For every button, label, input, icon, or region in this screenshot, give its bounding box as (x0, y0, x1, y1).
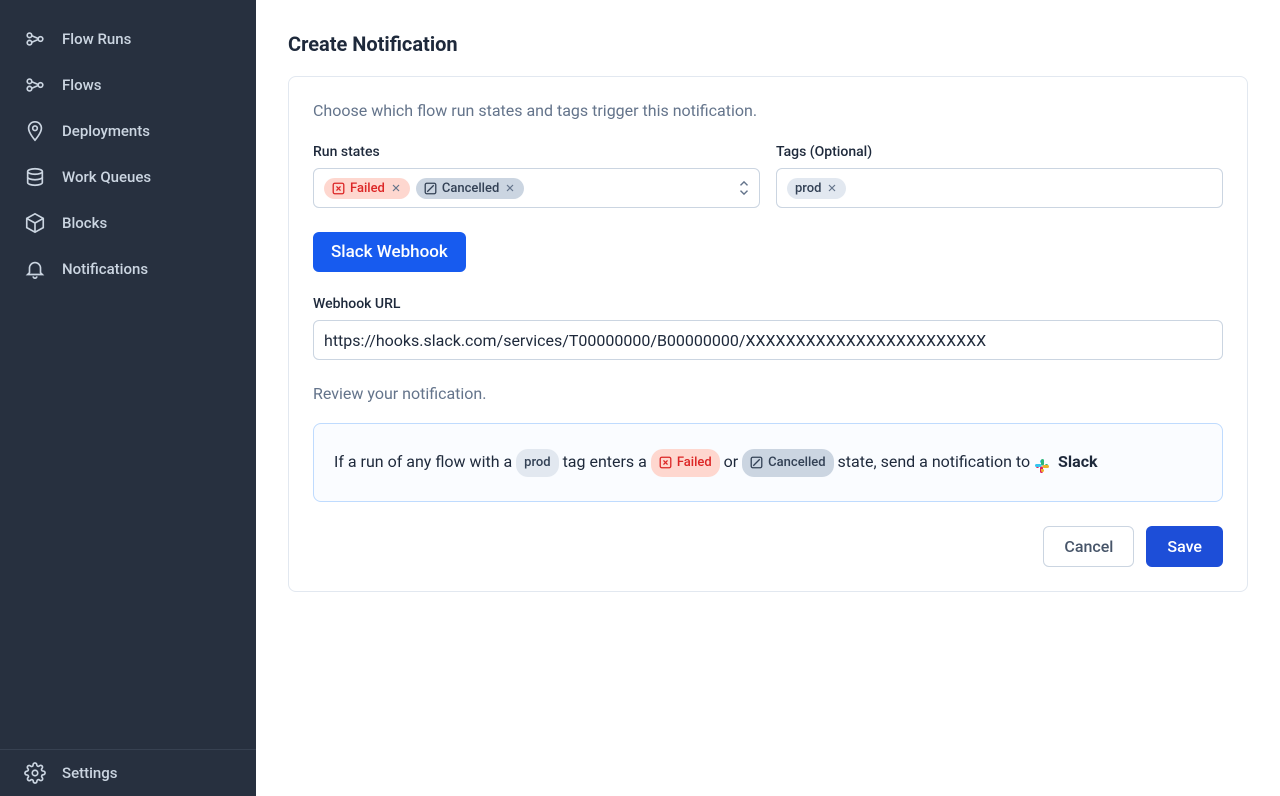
webhook-url-label: Webhook URL (313, 296, 1223, 312)
cancelled-icon (424, 182, 437, 195)
notifications-icon (24, 258, 46, 280)
review-text: tag enters a (563, 452, 651, 471)
flows-icon (24, 74, 46, 96)
chip-label: Failed (350, 181, 385, 196)
flow-runs-icon (24, 28, 46, 50)
tags-input[interactable]: prod (776, 168, 1223, 208)
review-label: Review your notification. (313, 384, 1223, 403)
chip-remove-icon[interactable] (826, 182, 838, 194)
work-queues-icon (24, 166, 46, 188)
tag-chip-prod: prod (787, 178, 846, 199)
deployments-icon (24, 120, 46, 142)
chip-label: prod (795, 181, 821, 196)
failed-icon (332, 182, 345, 195)
sidebar-item-flow-runs[interactable]: Flow Runs (0, 16, 256, 62)
slack-icon (1034, 455, 1050, 471)
review-tag-chip: prod (516, 449, 558, 477)
webhook-url-input[interactable] (313, 320, 1223, 360)
main-content: Create Notification Choose which flow ru… (256, 0, 1280, 796)
form-description: Choose which flow run states and tags tr… (313, 101, 1223, 120)
review-state-chip-cancelled: Cancelled (742, 449, 833, 477)
chip-label: Failed (677, 452, 712, 474)
review-text: or (724, 452, 743, 471)
sidebar-label: Flows (62, 76, 101, 94)
review-summary: If a run of any flow with a prod tag ent… (313, 423, 1223, 502)
chip-label: Cancelled (768, 452, 825, 474)
failed-icon (659, 456, 672, 469)
cancelled-icon (750, 456, 763, 469)
sidebar-label: Work Queues (62, 168, 151, 186)
run-states-label: Run states (313, 144, 760, 160)
review-text: state, send a notification to (838, 452, 1035, 471)
sidebar-label: Flow Runs (62, 30, 131, 48)
chip-remove-icon[interactable] (504, 182, 516, 194)
chip-label: Cancelled (442, 181, 499, 196)
sidebar: Flow Runs Flows Deployments Work Queues … (0, 0, 256, 796)
page-title: Create Notification (288, 32, 1248, 56)
sidebar-label: Settings (62, 764, 118, 782)
sidebar-item-work-queues[interactable]: Work Queues (0, 154, 256, 200)
form-actions: Cancel Save (313, 526, 1223, 567)
save-button[interactable]: Save (1146, 526, 1223, 567)
review-text: If a run of any flow with a (334, 452, 516, 471)
review-state-chip-failed: Failed (651, 449, 720, 477)
sidebar-item-notifications[interactable]: Notifications (0, 246, 256, 292)
sidebar-label: Blocks (62, 214, 107, 232)
notification-form-card: Choose which flow run states and tags tr… (288, 76, 1248, 592)
state-chip-failed: Failed (324, 178, 410, 199)
state-chip-cancelled: Cancelled (416, 178, 524, 199)
review-target: Slack (1058, 452, 1098, 471)
sidebar-item-deployments[interactable]: Deployments (0, 108, 256, 154)
tags-field: Tags (Optional) prod (776, 144, 1223, 208)
sidebar-label: Notifications (62, 260, 148, 278)
cancel-button[interactable]: Cancel (1043, 526, 1134, 567)
chevron-up-down-icon (737, 179, 751, 197)
webhook-url-field: Webhook URL (313, 296, 1223, 360)
run-states-select[interactable]: Failed Cancelled (313, 168, 760, 208)
tags-label: Tags (Optional) (776, 144, 1223, 160)
settings-icon (24, 762, 46, 784)
run-states-field: Run states Failed Cancelled (313, 144, 760, 208)
block-type-selected[interactable]: Slack Webhook (313, 232, 466, 272)
sidebar-item-blocks[interactable]: Blocks (0, 200, 256, 246)
sidebar-item-settings[interactable]: Settings (0, 750, 256, 796)
sidebar-item-flows[interactable]: Flows (0, 62, 256, 108)
blocks-icon (24, 212, 46, 234)
sidebar-label: Deployments (62, 122, 150, 140)
chip-remove-icon[interactable] (390, 182, 402, 194)
